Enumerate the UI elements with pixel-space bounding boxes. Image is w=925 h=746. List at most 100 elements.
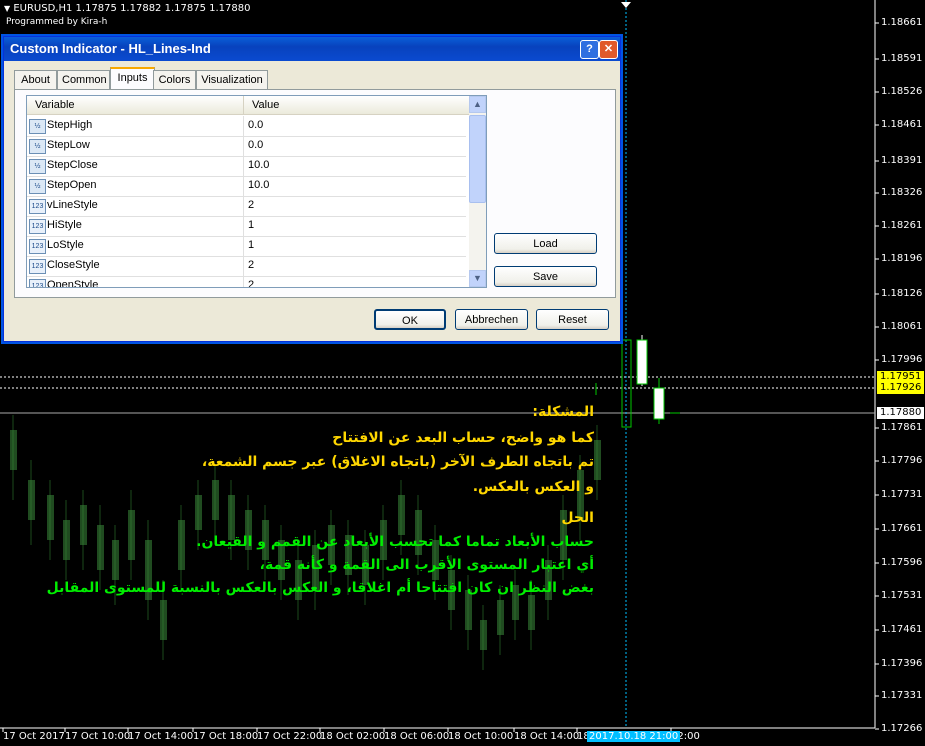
dialog-title-bar[interactable]: Custom Indicator - HL_Lines-Ind ? ✕ bbox=[4, 37, 620, 61]
price-tick-label: 1.18261 bbox=[881, 220, 923, 231]
background-candle-body bbox=[63, 520, 70, 560]
time-tick-label: 17 Oct 10:00 bbox=[65, 731, 131, 742]
grid-row-stephigh[interactable]: ½ StepHigh 0.0 bbox=[27, 116, 466, 137]
candle-body bbox=[653, 387, 665, 420]
scroll-thumb[interactable] bbox=[469, 115, 486, 203]
integer-type-icon: 123 bbox=[29, 239, 46, 254]
inputs-grid[interactable]: Variable Value ½ StepHigh 0.0 ½ StepLow 0.0 ½ S… bbox=[26, 95, 487, 288]
column-header-value[interactable]: Value bbox=[244, 96, 469, 115]
reset-button[interactable]: Reset bbox=[536, 309, 609, 330]
grid-row-stepopen[interactable]: ½ StepOpen 10.0 bbox=[27, 176, 466, 197]
integer-type-icon: 123 bbox=[29, 279, 46, 287]
background-candle-body bbox=[594, 440, 601, 480]
price-tick-label: 1.18391 bbox=[881, 155, 923, 166]
time-tick-label: 18 Oct 02:00 bbox=[320, 731, 386, 742]
grid-row-closestyle[interactable]: 123 CloseStyle 2 bbox=[27, 256, 466, 277]
column-divider bbox=[243, 156, 244, 176]
save-label: Save bbox=[532, 271, 559, 283]
problem-line-2: تم باتجاه الطرف الآخر (باتجاه الاغلاق) ع… bbox=[201, 454, 594, 470]
variable-name: StepLow bbox=[47, 139, 90, 151]
custom-indicator-dialog: Custom Indicator - HL_Lines-Ind ? ✕ Abou… bbox=[3, 36, 621, 342]
background-candle-body bbox=[178, 520, 185, 570]
variable-value[interactable]: 0.0 bbox=[248, 119, 263, 131]
column-divider bbox=[243, 196, 244, 216]
time-tick-label: 17 Oct 14:00 bbox=[128, 731, 194, 742]
grid-row-vlinestyle[interactable]: 123 vLineStyle 2 bbox=[27, 196, 466, 217]
candle-bull-body bbox=[636, 339, 648, 385]
help-button[interactable]: ? bbox=[580, 40, 599, 59]
load-button[interactable]: Load bbox=[494, 233, 597, 254]
variable-value[interactable]: 2 bbox=[248, 279, 254, 287]
solution-line-2: أي اعتبار المستوى الأقرب الى القمة و كأن… bbox=[259, 557, 594, 573]
column-divider bbox=[243, 136, 244, 156]
price-tick-label: 1.18461 bbox=[881, 119, 923, 130]
price-tick-label: 1.18196 bbox=[881, 253, 923, 264]
time-tick-label: 17 Oct 22:00 bbox=[257, 731, 323, 742]
solution-line-1: حساب الأبعاد تماما كما تحسب الأبعاد عن ا… bbox=[196, 534, 594, 550]
price-tick-label: 1.17731 bbox=[881, 489, 923, 500]
close-button[interactable]: ✕ bbox=[599, 40, 618, 59]
time-tick-label: 17 Oct 2017 bbox=[3, 731, 65, 742]
hl-line-tag-2: 1.17926 bbox=[877, 382, 924, 394]
variable-name: StepHigh bbox=[47, 119, 93, 131]
ok-button[interactable]: OK bbox=[374, 309, 446, 330]
grid-row-lostyle[interactable]: 123 LoStyle 1 bbox=[27, 236, 466, 257]
variable-value[interactable]: 1 bbox=[248, 239, 254, 251]
chart-dropdown-icon[interactable]: ▼ bbox=[4, 4, 10, 13]
variable-value[interactable]: 10.0 bbox=[248, 159, 269, 171]
time-tick-label: 17 Oct 18:00 bbox=[193, 731, 259, 742]
tab-common[interactable]: Common bbox=[57, 70, 110, 89]
background-candle-body bbox=[128, 510, 135, 560]
scroll-down-icon[interactable]: ▼ bbox=[469, 270, 486, 287]
price-tick-label: 1.18526 bbox=[881, 86, 923, 97]
grid-row-stepclose[interactable]: ½ StepClose 10.0 bbox=[27, 156, 466, 177]
background-candle-body bbox=[528, 595, 535, 630]
variable-value[interactable]: 10.0 bbox=[248, 179, 269, 191]
price-tick-label: 1.17596 bbox=[881, 557, 923, 568]
column-divider bbox=[243, 216, 244, 236]
solution-line-3: بغض النظر ان كان افتتاحا أم اغلاقا، و ال… bbox=[46, 580, 594, 596]
variable-value[interactable]: 2 bbox=[248, 199, 254, 211]
time-tick-label: 18 Oct 10:00 bbox=[448, 731, 514, 742]
variable-value[interactable]: 0.0 bbox=[248, 139, 263, 151]
price-tick-label: 1.17266 bbox=[881, 723, 923, 734]
background-candle-body bbox=[212, 480, 219, 520]
tab-inputs[interactable]: Inputs bbox=[110, 67, 155, 91]
variable-value[interactable]: 2 bbox=[248, 259, 254, 271]
background-candle-body bbox=[497, 600, 504, 635]
tab-about[interactable]: About bbox=[14, 70, 57, 89]
column-header-variable[interactable]: Variable bbox=[27, 96, 244, 115]
variable-value[interactable]: 1 bbox=[248, 219, 254, 231]
grid-row-histyle[interactable]: 123 HiStyle 1 bbox=[27, 216, 466, 237]
price-tick-label: 1.17461 bbox=[881, 624, 923, 635]
cursor-marker-icon bbox=[621, 2, 631, 8]
scroll-up-icon[interactable]: ▲ bbox=[469, 96, 486, 113]
tab-visualization[interactable]: Visualization bbox=[196, 70, 268, 89]
cursor-time-tag: 2017.10.18 21:00 bbox=[587, 731, 681, 742]
time-tick-label: 18 Oct 06:00 bbox=[384, 731, 450, 742]
variable-name: HiStyle bbox=[47, 219, 82, 231]
variable-name: vLineStyle bbox=[47, 199, 98, 211]
save-button[interactable]: Save bbox=[494, 266, 597, 287]
cancel-button[interactable]: Abbrechen bbox=[455, 309, 528, 330]
background-candle-body bbox=[480, 620, 487, 650]
vertical-scrollbar[interactable]: ▲ ▼ bbox=[469, 96, 486, 287]
integer-type-icon: 123 bbox=[29, 259, 46, 274]
price-tick-label: 1.17796 bbox=[881, 455, 923, 466]
grid-row-steplow[interactable]: ½ StepLow 0.0 bbox=[27, 136, 466, 157]
tab-colors[interactable]: Colors bbox=[153, 70, 196, 89]
price-tick-label: 1.17396 bbox=[881, 658, 923, 669]
variable-name: OpenStyle bbox=[47, 279, 99, 288]
time-tick-label: 18 Oct 14:00 bbox=[514, 731, 580, 742]
double-type-icon: ½ bbox=[29, 139, 46, 154]
variable-name: LoStyle bbox=[47, 239, 84, 251]
background-candle-body bbox=[10, 430, 17, 470]
double-type-icon: ½ bbox=[29, 159, 46, 174]
variable-name: StepClose bbox=[47, 159, 98, 171]
column-divider bbox=[243, 256, 244, 276]
price-tick-label: 1.17661 bbox=[881, 523, 923, 534]
price-tick-label: 1.18591 bbox=[881, 53, 923, 64]
double-type-icon: ½ bbox=[29, 179, 46, 194]
background-candle-body bbox=[28, 480, 35, 520]
grid-row-openstyle[interactable]: 123 OpenStyle 2 bbox=[27, 276, 466, 288]
